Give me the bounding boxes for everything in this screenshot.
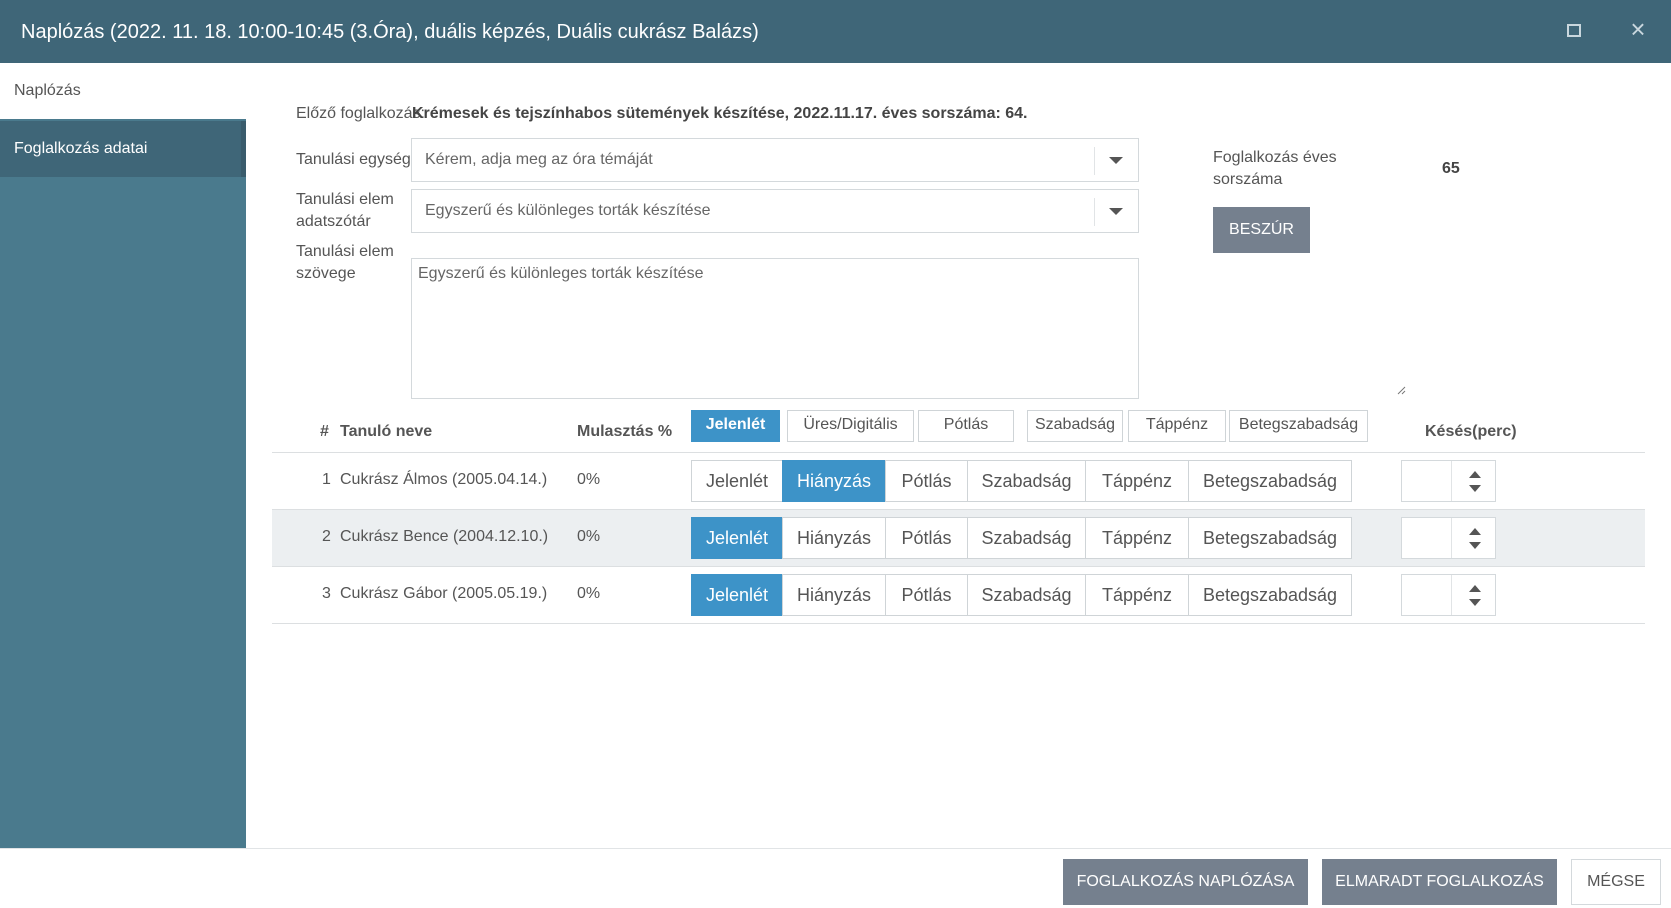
student-name: Cukrász Gábor (2005.05.19.) [340, 585, 548, 602]
previous-session: Előző foglalkozás: Krémesek és tejszínha… [296, 105, 1028, 123]
row-num: 2 [322, 528, 331, 545]
status-potlas-button[interactable]: Pótlás [885, 460, 968, 502]
bulk-szabadsag-button[interactable]: Szabadság [1027, 410, 1123, 442]
status-tappenz-button[interactable]: Táppénz [1085, 517, 1189, 559]
element-text-label: Tanulási elem szövege [296, 241, 411, 285]
col-header-late: Késés(perc) [1425, 423, 1517, 440]
late-minutes-stepper[interactable] [1401, 460, 1496, 502]
bulk-ures-digitalis-button[interactable]: Üres/Digitális [787, 410, 914, 442]
stepper-down-icon[interactable] [1469, 485, 1481, 492]
absence-percent: 0% [577, 528, 601, 545]
element-dict-select[interactable]: Egyszerű és különleges torták készítése [411, 189, 1139, 233]
window-title: Naplózás (2022. 11. 18. 10:00-10:45 (3.Ó… [21, 21, 759, 43]
col-header-name: Tanuló neve [340, 423, 433, 440]
status-hianyzas-button[interactable]: Hiányzás [782, 574, 886, 616]
status-hianyzas-button[interactable]: Hiányzás [782, 517, 886, 559]
status-potlas-button[interactable]: Pótlás [885, 574, 968, 616]
previous-session-value: Krémesek és tejszínhabos sütemények kész… [412, 105, 1028, 122]
status-tappenz-button[interactable]: Táppénz [1085, 460, 1189, 502]
late-minutes-stepper[interactable] [1401, 574, 1496, 616]
late-minutes-input[interactable] [1402, 575, 1452, 615]
late-minutes-stepper[interactable] [1401, 517, 1496, 559]
unit-label: Tanulási egység [296, 151, 411, 168]
row-num: 3 [322, 585, 331, 602]
resize-grip-icon[interactable] [1396, 385, 1406, 395]
status-szabadsag-button[interactable]: Szabadság [967, 460, 1086, 502]
log-session-button[interactable]: FOGLALKOZÁS NAPLÓZÁSA [1063, 859, 1308, 905]
student-name: Cukrász Bence (2004.12.10.) [340, 528, 549, 545]
status-betegszabadsag-button[interactable]: Betegszabadság [1188, 517, 1352, 559]
status-betegszabadsag-button[interactable]: Betegszabadság [1188, 574, 1352, 616]
table-row: 2 Cukrász Bence (2004.12.10.) 0% Jelenlé… [272, 510, 1645, 566]
status-tappenz-button[interactable]: Táppénz [1085, 574, 1189, 616]
status-jelenlet-button[interactable]: Jelenlét [691, 574, 783, 616]
element-dict-label-line1: Tanulási elem [296, 191, 394, 208]
chevron-down-icon [1109, 208, 1123, 215]
sidebar-item-naplozas[interactable]: Naplózás [0, 63, 246, 119]
absence-percent: 0% [577, 585, 601, 602]
status-jelenlet-button[interactable]: Jelenlét [691, 517, 783, 559]
bulk-jelenlet-button[interactable]: Jelenlét [691, 410, 780, 442]
annual-number-label: Foglalkozás éves sorszáma [1213, 149, 1337, 188]
status-hianyzas-button[interactable]: Hiányzás [782, 460, 886, 502]
element-dict-label-line2: adatszótár [296, 213, 371, 230]
element-text-label-line1: Tanulási elem [296, 243, 394, 260]
previous-session-label: Előző foglalkozás: [296, 105, 425, 122]
element-text-label-line2: szövege [296, 265, 356, 282]
col-header-num: # [320, 423, 329, 440]
status-jelenlet-button[interactable]: Jelenlét [691, 460, 783, 502]
bulk-betegszabadsag-button[interactable]: Betegszabadság [1229, 410, 1368, 442]
stepper-down-icon[interactable] [1469, 542, 1481, 549]
stepper-down-icon[interactable] [1469, 599, 1481, 606]
chevron-down-icon [1109, 157, 1123, 164]
window-titlebar: Naplózás (2022. 11. 18. 10:00-10:45 (3.Ó… [0, 0, 1671, 63]
bulk-potlas-button[interactable]: Pótlás [918, 410, 1014, 442]
bulk-tappenz-button[interactable]: Táppénz [1128, 410, 1226, 442]
status-betegszabadsag-button[interactable]: Betegszabadság [1188, 460, 1352, 502]
main-panel: Előző foglalkozás: Krémesek és tejszínha… [246, 63, 1671, 848]
dialog-footer: FOGLALKOZÁS NAPLÓZÁSA ELMARADT FOGLALKOZ… [0, 848, 1671, 908]
late-minutes-input[interactable] [1402, 461, 1452, 501]
stepper-up-icon[interactable] [1469, 585, 1481, 592]
element-dict-label: Tanulási elem adatszótár [296, 189, 411, 233]
cancel-button[interactable]: MÉGSE [1571, 859, 1661, 905]
stepper-up-icon[interactable] [1469, 528, 1481, 535]
element-dict-value: Egyszerű és különleges torták készítése [425, 202, 711, 219]
absence-percent: 0% [577, 471, 601, 488]
stepper-up-icon[interactable] [1469, 471, 1481, 478]
col-header-absence: Mulasztás % [577, 423, 673, 440]
table-row: 1 Cukrász Álmos (2005.04.14.) 0% Jelenlé… [272, 453, 1645, 509]
close-icon[interactable]: × [1626, 16, 1650, 42]
maximize-icon[interactable] [1562, 18, 1586, 42]
element-text-area[interactable]: Egyszerű és különleges torták készítése [411, 258, 1139, 399]
unit-select[interactable]: Kérem, adja meg az óra témáját [411, 138, 1139, 182]
insert-button[interactable]: BESZÚR [1213, 207, 1310, 253]
row-num: 1 [322, 471, 331, 488]
student-name: Cukrász Álmos (2005.04.14.) [340, 471, 548, 488]
unit-select-placeholder: Kérem, adja meg az óra témáját [425, 151, 653, 168]
late-minutes-input[interactable] [1402, 518, 1452, 558]
annual-number-value: 65 [1442, 160, 1460, 177]
status-szabadsag-button[interactable]: Szabadság [967, 517, 1086, 559]
status-szabadsag-button[interactable]: Szabadság [967, 574, 1086, 616]
missed-session-button[interactable]: ELMARADT FOGLALKOZÁS [1322, 859, 1557, 905]
sidebar: Naplózás Foglalkozás adatai [0, 63, 246, 848]
sidebar-item-foglalkozas-adatai[interactable]: Foglalkozás adatai [0, 121, 246, 177]
status-potlas-button[interactable]: Pótlás [885, 517, 968, 559]
table-row: 3 Cukrász Gábor (2005.05.19.) 0% Jelenlé… [272, 567, 1645, 623]
